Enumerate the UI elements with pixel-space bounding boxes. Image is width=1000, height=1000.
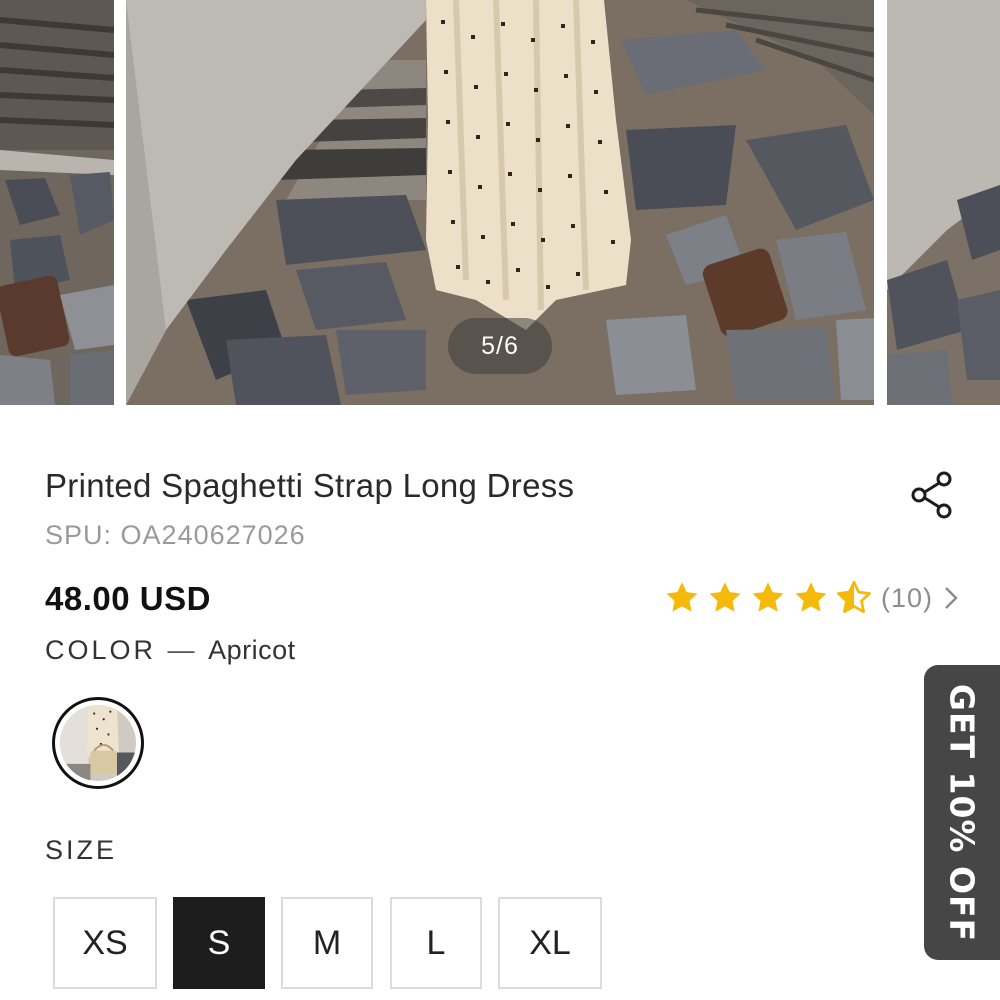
discount-promo-tab[interactable]: GET 10% OFF xyxy=(924,665,1000,960)
product-image-gallery[interactable]: 5/6 xyxy=(0,0,1000,405)
star-icon xyxy=(752,582,784,612)
size-option-xs[interactable]: XS xyxy=(53,897,157,989)
selected-color-name: Apricot xyxy=(208,635,296,665)
share-button[interactable] xyxy=(908,470,956,520)
rating-count: (10) xyxy=(881,582,934,613)
spu-value: OA240627026 xyxy=(120,520,306,550)
image-counter: 5/6 xyxy=(448,318,552,374)
star-half-icon xyxy=(837,580,871,613)
product-title: Printed Spaghetti Strap Long Dress xyxy=(45,467,575,504)
promo-text: GET 10% OFF xyxy=(942,683,982,942)
star-icon xyxy=(795,582,827,612)
color-swatch-image xyxy=(60,705,136,781)
chevron-right-icon xyxy=(945,587,958,609)
product-spu: SPU: OA240627026 xyxy=(45,520,306,551)
rating-summary[interactable]: (10) xyxy=(664,578,961,618)
product-price: 48.00 USD xyxy=(45,580,211,617)
color-selection-label: COLOR — Apricot xyxy=(45,635,296,666)
size-option-l[interactable]: L xyxy=(390,897,482,989)
size-option-xl[interactable]: XL xyxy=(498,897,602,989)
spu-label: SPU: xyxy=(45,520,113,550)
star-icon xyxy=(666,582,698,612)
next-product-image[interactable] xyxy=(887,0,1000,405)
previous-product-image[interactable] xyxy=(0,0,114,405)
star-icon xyxy=(709,582,741,612)
color-swatch-apricot[interactable] xyxy=(52,697,144,789)
size-option-s[interactable]: S xyxy=(173,897,265,989)
color-label: COLOR xyxy=(45,635,157,665)
size-option-m[interactable]: M xyxy=(281,897,373,989)
size-label: SIZE xyxy=(45,835,118,865)
share-icon xyxy=(911,471,952,519)
color-separator: — xyxy=(167,635,195,665)
